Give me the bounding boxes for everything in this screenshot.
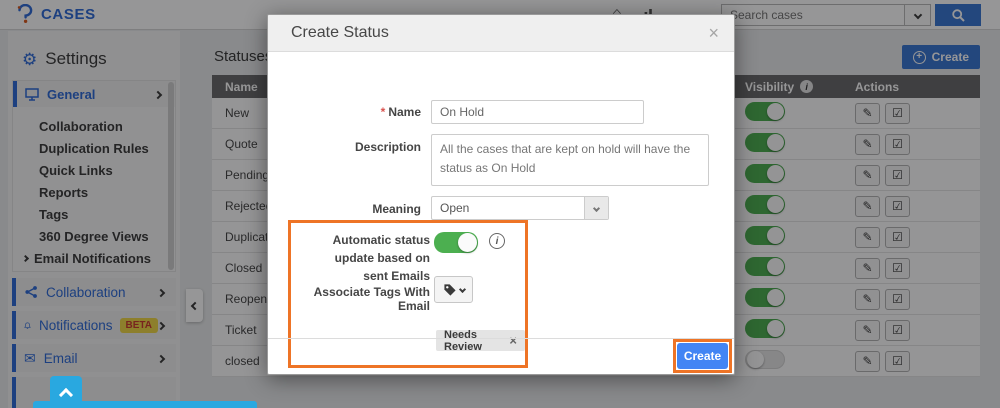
modal-title: Create Status: [291, 24, 389, 42]
auto-status-update-toggle[interactable]: [434, 232, 478, 253]
tag-picker-button[interactable]: [434, 276, 473, 303]
required-asterisk: *: [381, 105, 386, 119]
name-label-text: Name: [388, 105, 421, 119]
meaning-select[interactable]: Open: [431, 196, 609, 220]
name-field[interactable]: [431, 100, 644, 124]
modal-body: *Name Description All the cases that are…: [268, 52, 734, 337]
close-icon[interactable]: ×: [708, 24, 719, 42]
create-status-modal: Create Status × *Name Description All th…: [267, 14, 735, 375]
description-label: Description: [281, 140, 421, 154]
chevron-up-icon: [59, 388, 73, 402]
meaning-label: Meaning: [281, 202, 421, 216]
chevron-down-icon: [458, 286, 465, 293]
create-button[interactable]: Create: [677, 343, 728, 369]
name-label: *Name: [281, 105, 421, 119]
info-icon[interactable]: i: [489, 233, 505, 249]
associate-tags-label: Associate Tags With Email: [295, 285, 430, 313]
modal-footer: Create: [268, 338, 734, 376]
tag-icon: [443, 283, 457, 297]
scroll-to-top-button[interactable]: [50, 376, 82, 408]
select-caret: [584, 197, 608, 219]
auto-status-update-label: Automatic status update based on sent Em…: [308, 231, 430, 285]
description-field[interactable]: All the cases that are kept on hold will…: [431, 134, 709, 186]
modal-header: Create Status ×: [268, 15, 734, 52]
highlight-outline-create: Create: [673, 339, 732, 373]
meaning-selected-value: Open: [432, 201, 584, 215]
chevron-down-icon: [593, 204, 600, 211]
